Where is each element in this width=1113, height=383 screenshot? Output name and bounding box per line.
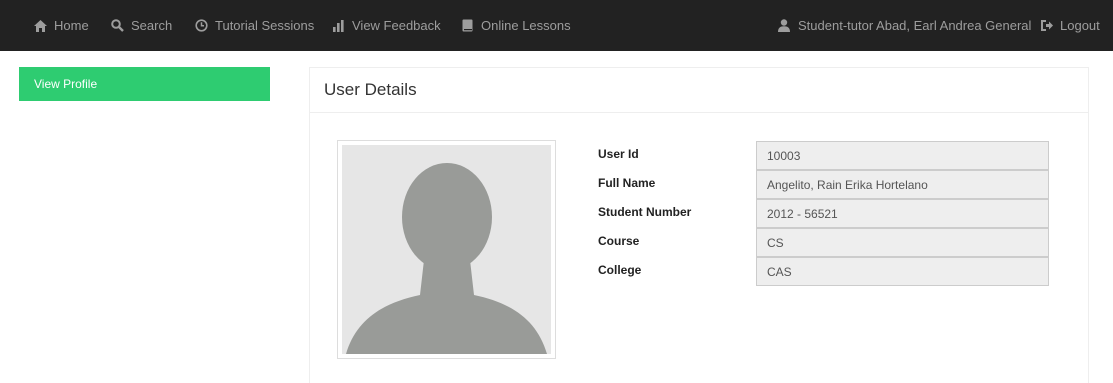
logout-icon [1039, 19, 1053, 33]
course-field: CS [756, 228, 1049, 257]
college-field: CAS [756, 257, 1049, 286]
full-name-field: Angelito, Rain Erika Hortelano [756, 170, 1049, 199]
person-silhouette-icon [342, 145, 551, 354]
nav-tutorial-sessions-label: Tutorial Sessions [215, 18, 315, 33]
student-number-label: Student Number [598, 205, 692, 219]
nav-view-feedback[interactable]: View Feedback [331, 0, 441, 51]
college-label: College [598, 263, 642, 277]
search-icon [110, 19, 124, 33]
nav-home-label: Home [54, 18, 89, 33]
user-icon [777, 19, 791, 33]
view-profile-label: View Profile [34, 77, 98, 91]
panel-heading: User Details [310, 68, 1088, 113]
nav-user-label: Student-tutor Abad, Earl Andrea General [798, 18, 1032, 33]
user-id-label: User Id [598, 147, 639, 161]
user-id-field: 10003 [756, 141, 1049, 170]
nav-home[interactable]: Home [33, 0, 89, 51]
student-number-field: 2012 - 56521 [756, 199, 1049, 228]
clock-icon [194, 19, 208, 33]
avatar-placeholder [342, 145, 551, 354]
bar-chart-icon [331, 19, 345, 33]
panel-title: User Details [324, 80, 417, 99]
nav-tutorial-sessions[interactable]: Tutorial Sessions [194, 0, 314, 51]
book-icon [460, 19, 474, 33]
nav-logout[interactable]: Logout [1039, 0, 1100, 51]
full-name-label: Full Name [598, 176, 656, 190]
top-navbar: Home Search Tutorial Sessions View Feedb… [0, 0, 1113, 51]
nav-search-label: Search [131, 18, 173, 33]
nav-logout-label: Logout [1060, 18, 1100, 33]
nav-search[interactable]: Search [110, 0, 172, 51]
nav-user-profile[interactable]: Student-tutor Abad, Earl Andrea General [777, 0, 1031, 51]
nav-online-lessons-label: Online Lessons [481, 18, 571, 33]
view-profile-button[interactable]: View Profile [19, 67, 270, 101]
nav-online-lessons[interactable]: Online Lessons [460, 0, 571, 51]
avatar [337, 140, 556, 359]
course-label: Course [598, 234, 640, 248]
nav-view-feedback-label: View Feedback [352, 18, 441, 33]
home-icon [33, 19, 47, 33]
